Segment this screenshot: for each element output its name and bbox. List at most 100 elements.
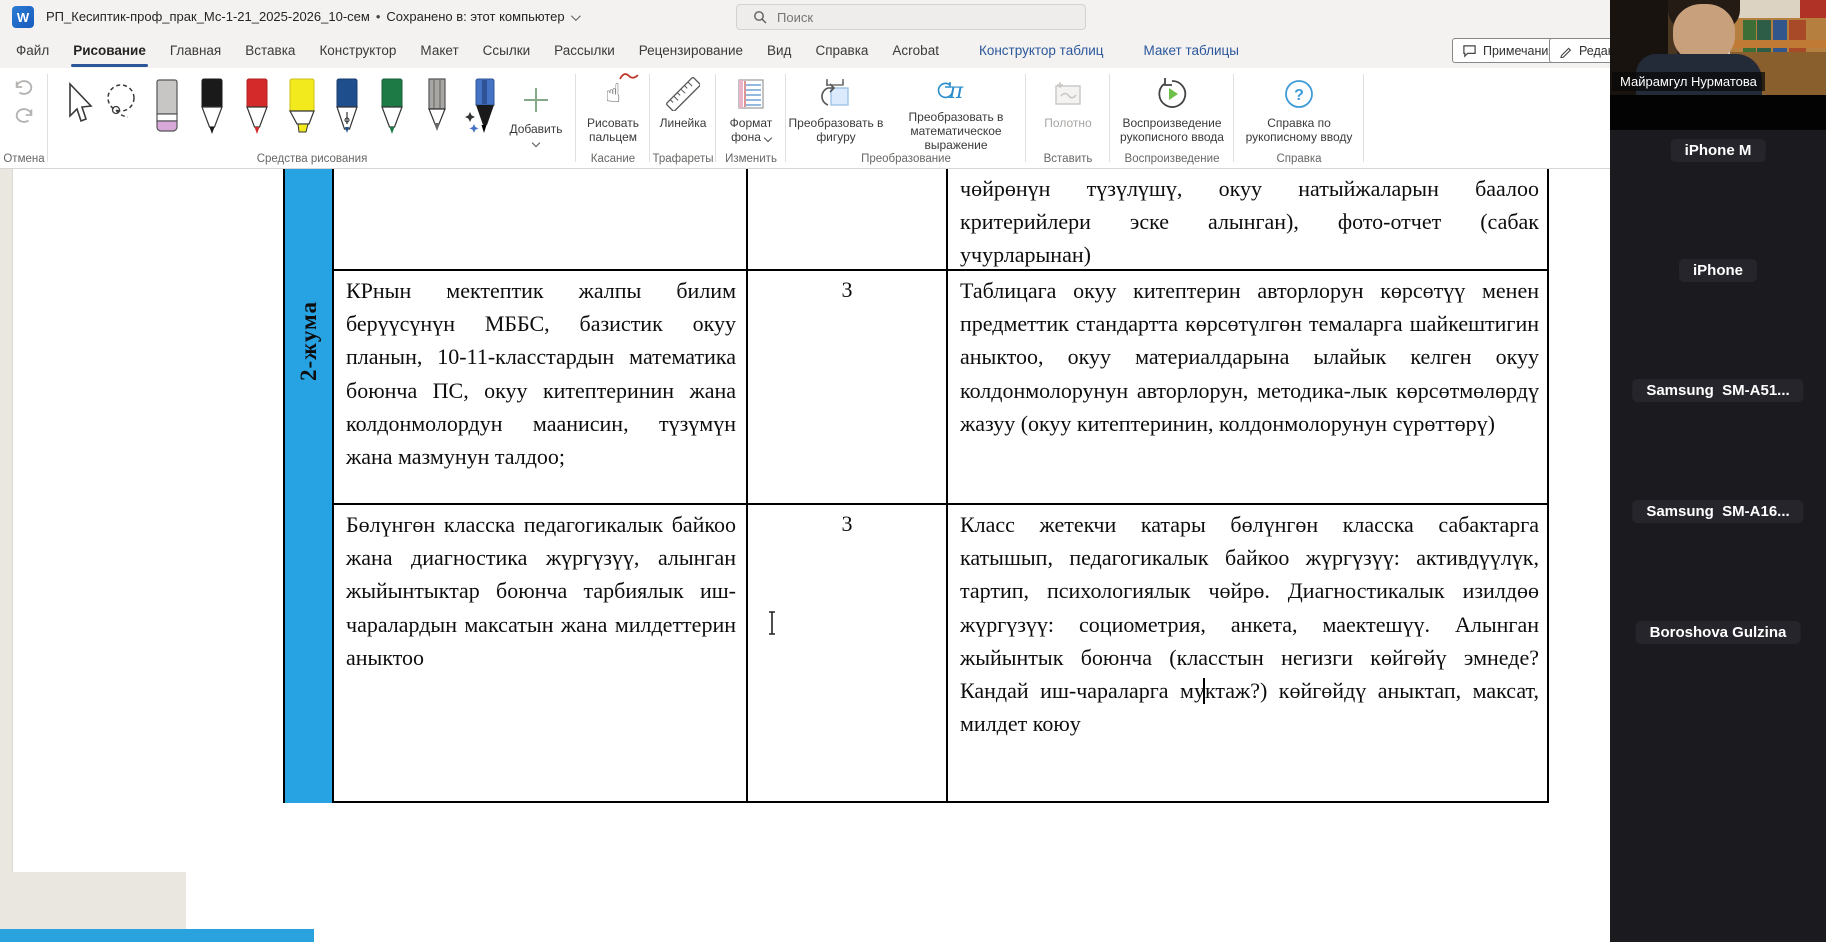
video-letterbox <box>1610 95 1826 130</box>
group-label-stencils: Трафареты <box>650 153 716 165</box>
week-label: 2-жума <box>296 281 322 381</box>
lasso-select-tool[interactable] <box>99 74 144 144</box>
participant-name: Samsung SM-A16... <box>1632 500 1803 523</box>
group-label-undo: Отмена <box>0 153 48 165</box>
tab-view[interactable]: Вид <box>755 34 803 68</box>
word-app-icon[interactable]: W <box>12 6 34 28</box>
help-icon: ? <box>1283 78 1315 110</box>
tab-help[interactable]: Справка <box>803 34 880 68</box>
convert-to-math-button[interactable]: π Преобразовать в математическое выражен… <box>886 68 1026 152</box>
document-title-text: РП_Кесиптик-проф_прак_Мс-1-21_2025-2026_… <box>46 9 370 24</box>
plus-icon <box>522 86 550 114</box>
chevron-down-icon <box>571 11 581 21</box>
group-label-touch: Касание <box>576 153 650 165</box>
eraser-tool[interactable] <box>144 74 189 144</box>
ribbon-group-replay: Воспроизведение рукописного ввода Воспро… <box>1110 68 1234 168</box>
table-cell-activity[interactable] <box>334 169 748 271</box>
table-cell-hours[interactable]: 3 <box>748 271 948 505</box>
select-tool[interactable] <box>54 74 99 144</box>
tab-references[interactable]: Ссылки <box>471 34 543 68</box>
shelf-bar <box>1730 40 1826 48</box>
tab-table-layout[interactable]: Макет таблицы <box>1132 34 1251 68</box>
redo-icon[interactable] <box>13 106 35 124</box>
ribbon-group-transform: Преобразовать в фигуру π Преобразовать в… <box>786 68 1026 168</box>
table-cell-result[interactable]: чөйрөнүн түзүлүшү, окуу натыйжаларын баа… <box>948 169 1549 271</box>
draw-with-finger-button[interactable]: ☝ Рисовать пальцем <box>576 68 650 152</box>
format-background-button[interactable]: Формат фона <box>716 68 786 152</box>
svg-text:?: ? <box>1294 87 1304 104</box>
document-title: РП_Кесиптик-проф_прак_Мс-1-21_2025-2026_… <box>46 9 578 24</box>
pen-action-blue[interactable] <box>459 74 504 144</box>
pencil-gray[interactable] <box>414 74 459 144</box>
ribbon: Отмена <box>0 68 1610 169</box>
ribbon-group-stencils: Линейка Трафареты <box>650 68 716 168</box>
ribbon-group-drawing-tools: Добавить Средства рисования <box>48 68 576 168</box>
background-window-blue-bar <box>0 929 314 942</box>
ribbon-group-help: ? Справка по рукописному вводу Справка <box>1234 68 1364 168</box>
pen-black[interactable] <box>189 74 234 144</box>
tab-review[interactable]: Рецензирование <box>627 34 755 68</box>
table-cell-hours[interactable] <box>748 169 948 271</box>
group-label-edit: Изменить <box>716 153 786 165</box>
search-input[interactable] <box>777 10 1057 25</box>
pen-red[interactable] <box>234 74 279 144</box>
tab-mailings[interactable]: Рассылки <box>542 34 627 68</box>
tab-file[interactable]: Файл <box>4 34 61 68</box>
convert-arrow-icon <box>937 82 953 100</box>
saved-status[interactable]: Сохранено в: этот компьютер <box>386 9 564 24</box>
ink-help-button[interactable]: ? Справка по рукописному вводу <box>1234 68 1364 152</box>
ibeam-cursor <box>766 610 778 636</box>
tabs: Файл Рисование Главная Вставка Конструкт… <box>4 34 1251 68</box>
replay-icon <box>1155 77 1189 111</box>
document-table: 2-жума чөйрөнүн түзүлүшү, окуу натыйжала… <box>283 169 1549 803</box>
ink-replay-button[interactable]: Воспроизведение рукописного ввода <box>1110 68 1234 152</box>
ribbon-group-touch: ☝ Рисовать пальцем Касание <box>576 68 650 168</box>
tab-home[interactable]: Главная <box>158 34 233 68</box>
group-label-drawing-tools: Средства рисования <box>48 153 576 165</box>
text-caret <box>1203 678 1205 704</box>
shape-convert-icon <box>819 78 853 110</box>
ruler-button[interactable]: Линейка <box>650 68 716 152</box>
group-label-help: Справка <box>1234 153 1364 165</box>
canvas-icon <box>1052 80 1084 108</box>
undo-icon[interactable] <box>13 78 35 96</box>
canvas-button: Полотно <box>1026 68 1110 152</box>
participant-name: Samsung SM-A51... <box>1632 379 1803 402</box>
finger-icon: ☝ <box>605 79 621 109</box>
meeting-panel: Майрамгул Нурматова iPhone M iPhone Sams… <box>1610 0 1826 942</box>
ink-squiggle-icon <box>619 72 639 82</box>
group-label-transform: Преобразование <box>786 153 1026 165</box>
participant-name: iPhone <box>1679 259 1757 282</box>
participant-name: Boroshova Gulzina <box>1636 621 1801 644</box>
highlighter-yellow[interactable] <box>279 74 324 144</box>
pen-dark-blue[interactable] <box>324 74 369 144</box>
table-cell-activity[interactable]: Бөлүнгөн класска педагогикалык байкоо жа… <box>334 505 748 803</box>
ribbon-group-insert: Полотно Вставить <box>1026 68 1110 168</box>
table-cell-activity[interactable]: КРнын мектептик жалпы билим берүүсүнүн М… <box>334 271 748 505</box>
search-icon <box>753 10 767 24</box>
host-video-tile[interactable]: Майрамгул Нурматова <box>1610 0 1826 130</box>
search-box[interactable] <box>736 4 1086 30</box>
table-cell-hours[interactable]: 3 <box>748 505 948 803</box>
tab-insert[interactable]: Вставка <box>233 34 307 68</box>
convert-to-shape-button[interactable]: Преобразовать в фигуру <box>786 68 886 152</box>
pencil-icon <box>1559 44 1573 58</box>
tab-draw[interactable]: Рисование <box>61 34 158 68</box>
tab-layout[interactable]: Макет <box>408 34 470 68</box>
ribbon-group-undo: Отмена <box>0 68 48 168</box>
tab-acrobat[interactable]: Acrobat <box>880 34 951 68</box>
tab-design[interactable]: Конструктор <box>307 34 408 68</box>
comment-icon <box>1462 44 1477 58</box>
table-cell-result[interactable]: Класс жетекчи катары бөлүнгөн класска са… <box>948 505 1549 803</box>
tab-table-design[interactable]: Конструктор таблиц <box>967 34 1116 68</box>
table-cell-result[interactable]: Таблицага окуу китептерин авторлорун көр… <box>948 271 1549 505</box>
document-area: 2-жума чөйрөнүн түзүлүшү, окуу натыйжала… <box>0 169 1610 942</box>
group-label-replay: Воспроизведение <box>1110 153 1234 165</box>
word-titlebar: W РП_Кесиптик-проф_прак_Мс-1-21_2025-202… <box>0 0 1610 34</box>
add-pen-button[interactable]: Добавить <box>504 74 568 158</box>
screen: W РП_Кесиптик-проф_прак_Мс-1-21_2025-202… <box>0 0 1826 942</box>
chevron-down-icon <box>532 139 540 147</box>
table-cell-week[interactable]: 2-жума <box>285 169 334 803</box>
ribbon-tab-bar: Файл Рисование Главная Вставка Конструкт… <box>0 34 1610 68</box>
pen-green[interactable] <box>369 74 414 144</box>
